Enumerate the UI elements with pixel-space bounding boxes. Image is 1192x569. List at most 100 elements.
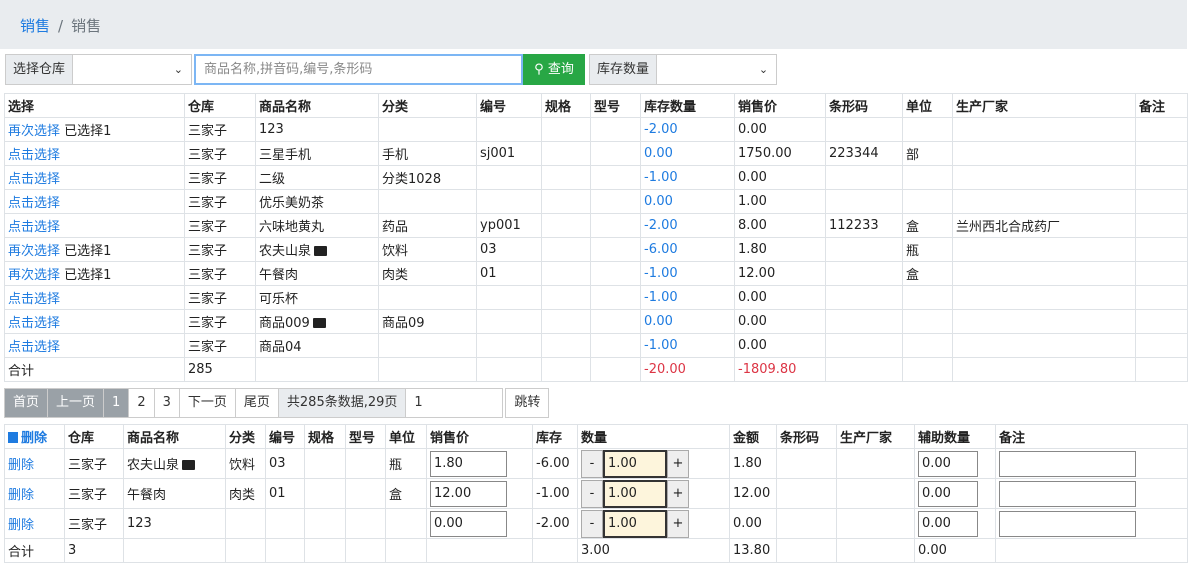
select-link[interactable]: 再次选择	[8, 268, 60, 283]
select-link[interactable]: 再次选择	[8, 124, 60, 139]
cell-name: 123	[255, 117, 379, 142]
prev-page-button[interactable]: 上一页	[47, 388, 105, 418]
aux-qty-input[interactable]: 0.00	[918, 480, 978, 507]
note-input[interactable]	[999, 480, 1136, 507]
select-cell: 再次选择 已选择1	[4, 117, 185, 142]
last-page-button[interactable]: 尾页	[234, 388, 279, 418]
cell-model	[590, 141, 641, 166]
selected-tag: 已选择1	[64, 244, 112, 259]
minus-button[interactable]: -	[581, 479, 603, 508]
query-button[interactable]: ⚲ 查询	[523, 54, 586, 85]
cell-barcode	[776, 508, 837, 539]
cell-cat: 手机	[378, 141, 477, 166]
cell-name-text: 123	[127, 516, 152, 531]
jump-page-input[interactable]: 1	[405, 388, 504, 418]
aux-qty-input[interactable]: 0.00	[918, 450, 978, 477]
cell-wh: 三家子	[184, 189, 256, 214]
price-input[interactable]: 12.00	[430, 480, 507, 507]
cell-stock: -1.00	[640, 285, 735, 310]
cell-price-text: 0.00	[738, 290, 767, 305]
chevron-down-icon: ⌄	[758, 63, 769, 76]
cart-header-text: 分类	[229, 431, 256, 446]
cell-spec	[541, 285, 591, 310]
minus-button[interactable]: -	[581, 449, 603, 478]
delete-link[interactable]: 删除	[8, 518, 34, 533]
search-input[interactable]: 商品名称,拼音码,编号,条形码	[194, 54, 524, 85]
select-link[interactable]: 点击选择	[8, 196, 60, 211]
note-input[interactable]	[999, 510, 1136, 537]
cell-model	[590, 189, 641, 214]
cell-spec	[304, 478, 346, 509]
empty-cell	[378, 357, 477, 382]
cell-cat	[378, 189, 477, 214]
table-row: 删除 三家子 午餐肉 肉类 01 盒 12.00 -1.00-1.00 +12.00 0.00	[4, 478, 1188, 509]
quantity-input[interactable]: 1.00	[603, 449, 667, 478]
empty-cell	[825, 357, 903, 382]
cell-cat: 肉类	[225, 478, 266, 509]
image-icon[interactable]	[312, 318, 326, 328]
select-link[interactable]: 点击选择	[8, 316, 60, 331]
quantity-input[interactable]: 1.00	[603, 509, 667, 538]
cell-cat-text: 手机	[382, 148, 409, 163]
price-input[interactable]: 0.00	[430, 510, 507, 537]
select-link[interactable]: 点击选择	[8, 340, 60, 355]
cell-wh: 三家子	[184, 261, 256, 286]
cell-maker-text: 兰州西北合成药厂	[956, 220, 1061, 235]
note-input[interactable]	[999, 450, 1136, 477]
delete-link[interactable]: 删除	[8, 458, 34, 473]
select-link[interactable]: 点击选择	[8, 220, 60, 235]
warehouse-select[interactable]: ⌄	[73, 54, 193, 85]
cell-wh: 三家子	[184, 333, 256, 358]
total-qty: 3.00	[577, 538, 730, 563]
cell-note	[1135, 261, 1188, 286]
cell-maker	[836, 508, 915, 539]
breadcrumb-parent-link[interactable]: 销售	[20, 17, 50, 35]
stock-select[interactable]: ⌄	[657, 54, 778, 85]
stock-label: 库存数量	[589, 54, 658, 85]
select-link[interactable]: 再次选择	[8, 244, 60, 259]
cell-model	[345, 478, 386, 509]
select-link[interactable]: 点击选择	[8, 292, 60, 307]
cell-price-text: 8.00	[738, 218, 767, 233]
page-2-button[interactable]: 2	[128, 388, 155, 418]
cell-wh-text: 三家子	[188, 124, 228, 139]
aux-qty-input[interactable]: 0.00	[918, 510, 978, 537]
cell-code-text: 01	[269, 486, 286, 501]
goods-header-cell: 选择	[4, 93, 185, 118]
image-icon[interactable]	[314, 246, 328, 256]
page-3-button[interactable]: 3	[153, 388, 180, 418]
page-1-button[interactable]: 1	[103, 388, 130, 418]
select-link[interactable]: 点击选择	[8, 148, 60, 163]
price-input[interactable]: 1.80	[430, 450, 507, 477]
jump-button[interactable]: 跳转	[505, 388, 550, 418]
image-icon[interactable]	[182, 460, 196, 470]
cell-model	[590, 333, 641, 358]
plus-button[interactable]: +	[667, 509, 689, 538]
minus-button[interactable]: -	[581, 509, 603, 538]
delete-all-header[interactable]: 删除	[4, 424, 65, 449]
table-row: 点击选择 三家子 六味地黄丸 药品 yp001 -2.00 8.00 112233 盒 兰州西北合…	[4, 213, 1188, 238]
total-stock: -20.00	[640, 357, 735, 382]
cell-name-text: 优乐美奶茶	[259, 196, 325, 211]
aux-cell: 0.00	[914, 508, 996, 539]
table-row: 点击选择 三家子 可乐杯 -1.00 0.00	[4, 285, 1188, 310]
cell-unit-text: 盒	[389, 488, 403, 503]
cell-price: 0.00	[734, 117, 826, 142]
next-page-button[interactable]: 下一页	[178, 388, 236, 418]
select-cell: 再次选择 已选择1	[4, 261, 185, 286]
cell-model	[590, 261, 641, 286]
goods-header-cell: 编号	[476, 93, 542, 118]
select-link[interactable]: 点击选择	[8, 172, 60, 187]
cart-header-text: 数量	[581, 431, 608, 446]
delete-link[interactable]: 删除	[8, 488, 34, 503]
cell-amount-text: 1.80	[733, 456, 762, 471]
price-cell: 0.00	[426, 508, 533, 539]
quantity-input[interactable]: 1.00	[603, 479, 667, 508]
plus-button[interactable]: +	[667, 449, 689, 478]
first-page-button[interactable]: 首页	[4, 388, 49, 418]
delete-cell: 删除	[4, 448, 65, 479]
select-cell: 点击选择	[4, 213, 185, 238]
plus-button[interactable]: +	[667, 479, 689, 508]
goods-header-cell: 销售价	[734, 93, 826, 118]
cart-header-text: 编号	[269, 431, 296, 446]
